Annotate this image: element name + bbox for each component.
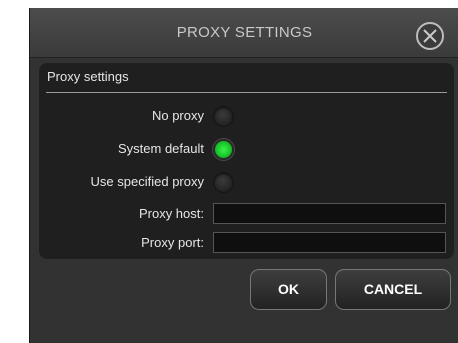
proxy-settings-group: Proxy settings No proxy System default U… — [39, 63, 454, 259]
ok-button[interactable]: OK — [250, 269, 327, 310]
group-divider — [46, 92, 447, 93]
system-default-label: System default — [118, 141, 204, 156]
use-specified-proxy-label: Use specified proxy — [90, 174, 204, 189]
no-proxy-label: No proxy — [151, 108, 204, 123]
dialog-title: PROXY SETTINGS — [176, 24, 313, 41]
use-specified-proxy-radio[interactable] — [213, 172, 234, 193]
proxy-host-input[interactable] — [213, 203, 446, 224]
no-proxy-radio[interactable] — [213, 106, 234, 127]
close-button[interactable] — [416, 22, 444, 50]
proxy-host-label: Proxy host: — [138, 206, 204, 221]
system-default-radio[interactable] — [213, 139, 234, 160]
proxy-settings-dialog: PROXY SETTINGS Proxy settings No proxy S… — [29, 8, 458, 343]
proxy-port-input[interactable] — [213, 232, 446, 253]
group-title: Proxy settings — [47, 69, 129, 84]
close-circle-icon — [423, 29, 437, 43]
dialog-titlebar: PROXY SETTINGS — [30, 8, 458, 58]
cancel-button[interactable]: CANCEL — [335, 269, 451, 310]
proxy-port-label: Proxy port: — [141, 235, 204, 250]
